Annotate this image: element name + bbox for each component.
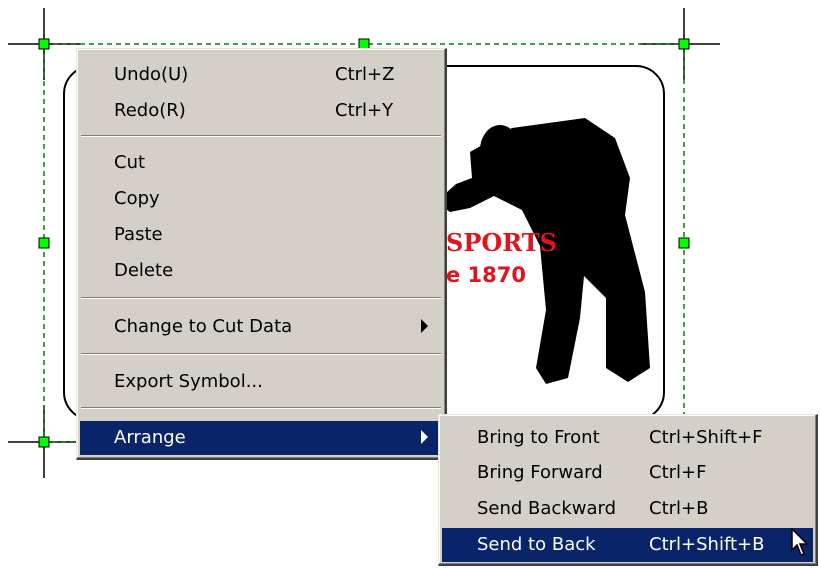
menu-item-paste[interactable]: Paste [80,218,442,252]
menu-item-copy[interactable]: Copy [80,182,442,216]
menu-item-label: Redo(R) [114,100,186,121]
menu-item-label: Bring Forward [477,462,603,483]
menu-item-change-to-cut-data[interactable]: Change to Cut Data [80,310,442,344]
menu-separator [81,353,441,355]
artwork-text-line2[interactable]: e 1870 [446,263,526,287]
menu-item-label: Copy [114,188,160,209]
menu-item-shortcut: Ctrl+B [649,498,709,519]
menu-item-label: Export Symbol... [114,371,263,392]
arrow-pointer-icon [791,528,809,556]
menu-item-label: Change to Cut Data [114,316,293,337]
menu-item-bring-to-front[interactable]: Bring to Front Ctrl+Shift+F [442,421,813,455]
menu-item-shortcut: Ctrl+Y [335,100,394,121]
handle-bottom-left[interactable] [38,436,50,448]
menu-item-shortcut: Ctrl+Z [335,64,395,85]
menu-item-label: Send Backward [477,498,617,519]
menu-separator [81,135,441,137]
menu-item-undo[interactable]: Undo(U) Ctrl+Z [80,58,442,92]
handle-middle-right[interactable] [678,237,690,249]
artwork-text-line1[interactable]: SPORTS [446,228,557,257]
submenu-arrow-icon [421,319,428,333]
menu-item-redo[interactable]: Redo(R) Ctrl+Y [80,94,442,128]
menu-item-send-to-back[interactable]: Send to Back Ctrl+Shift+B [442,528,813,562]
menu-item-delete[interactable]: Delete [80,254,442,288]
handle-middle-left[interactable] [38,237,50,249]
menu-item-label: Undo(U) [114,64,189,85]
menu-item-export-symbol[interactable]: Export Symbol... [80,365,442,399]
menu-item-cut[interactable]: Cut [80,146,442,180]
menu-item-label: Arrange [114,427,186,448]
menu-item-shortcut: Ctrl+F [649,462,707,483]
menu-item-label: Bring to Front [477,427,600,448]
menu-item-shortcut: Ctrl+Shift+B [649,534,765,555]
menu-item-label: Paste [114,224,163,245]
menu-item-label: Send to Back [477,534,596,555]
menu-item-label: Delete [114,260,174,281]
menu-item-label: Cut [114,152,146,173]
menu-separator [81,297,441,299]
arrange-submenu: Bring to Front Ctrl+Shift+F Bring Forwar… [438,414,818,566]
menu-item-shortcut: Ctrl+Shift+F [649,427,763,448]
menu-item-send-backward[interactable]: Send Backward Ctrl+B [442,492,813,526]
menu-separator [81,407,441,409]
handle-top-left[interactable] [38,38,50,50]
handle-top-right[interactable] [678,38,690,50]
menu-item-bring-forward[interactable]: Bring Forward Ctrl+F [442,456,813,490]
submenu-arrow-icon [421,430,428,444]
menu-item-arrange[interactable]: Arrange [80,421,442,455]
context-menu: Undo(U) Ctrl+Z Redo(R) Ctrl+Y Cut Copy P… [76,48,447,460]
